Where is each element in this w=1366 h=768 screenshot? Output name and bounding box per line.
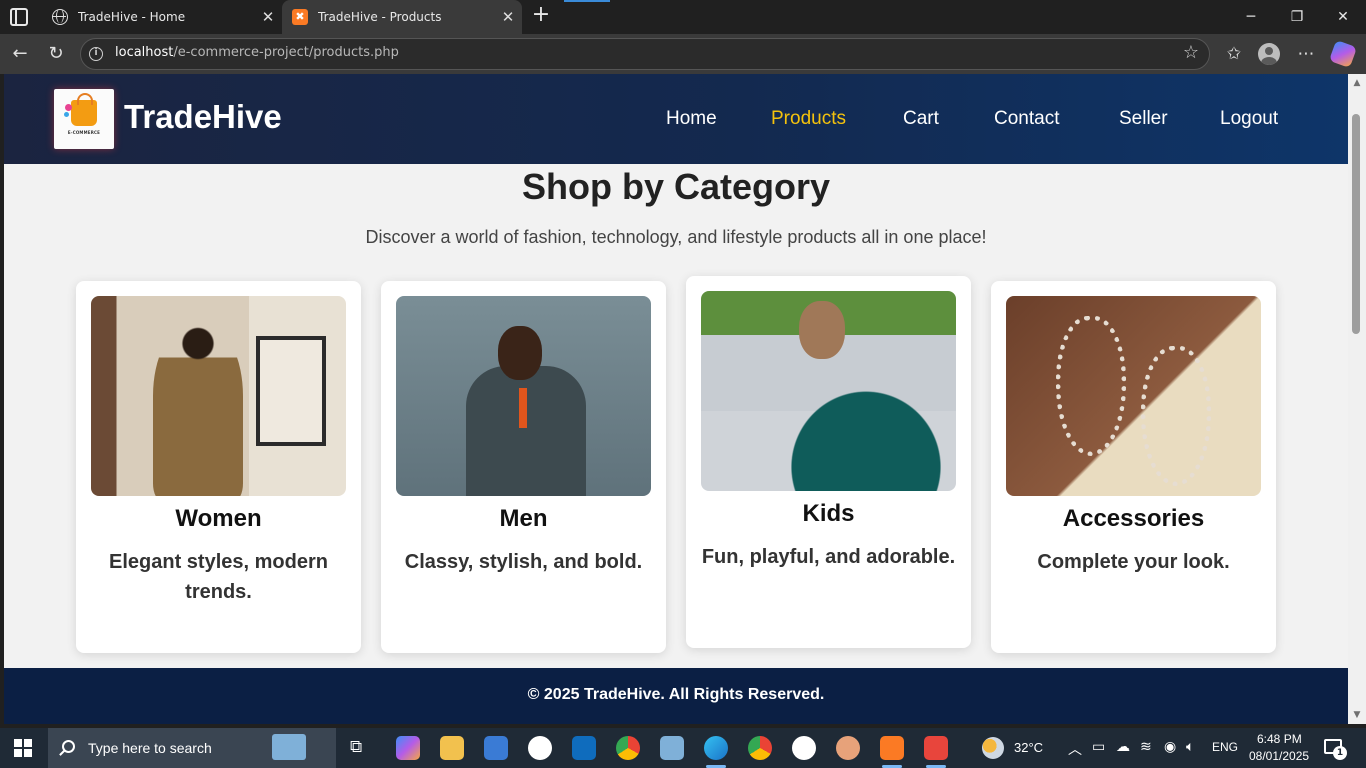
- nav-products[interactable]: Products: [771, 108, 846, 130]
- temperature[interactable]: 32°C: [1014, 740, 1043, 755]
- minimize-button[interactable]: ─: [1228, 0, 1274, 34]
- cloud-icon[interactable]: ☁: [1116, 739, 1130, 755]
- back-button[interactable]: ←: [6, 41, 34, 67]
- tab-actions-icon[interactable]: [10, 8, 28, 26]
- favorites-icon[interactable]: ✩: [1220, 41, 1248, 67]
- clock-time[interactable]: 6:48 PM: [1257, 732, 1302, 746]
- outlook-icon[interactable]: [572, 736, 596, 760]
- chrome-icon[interactable]: [616, 736, 640, 760]
- section-title: Shop by Category: [521, 166, 831, 207]
- chrome-profile-icon[interactable]: [748, 736, 772, 760]
- kids-category-image[interactable]: [701, 291, 956, 491]
- notification-count: 1: [1333, 746, 1347, 760]
- nav-seller[interactable]: Seller: [1119, 108, 1168, 130]
- url-text[interactable]: localhost/e-commerce-project/products.ph…: [115, 45, 399, 60]
- xampp-app-icon[interactable]: [880, 736, 904, 760]
- page-scrollbar[interactable]: ▲ ▼: [1348, 74, 1366, 724]
- language-indicator[interactable]: ENG: [1212, 740, 1238, 754]
- category-description: Classy, stylish, and bold.: [404, 551, 643, 573]
- reload-button[interactable]: ↻: [42, 41, 70, 67]
- section-subtitle: Discover a world of fashion, technology,…: [365, 227, 987, 247]
- windows-start-icon[interactable]: [14, 739, 32, 757]
- xampp-icon: ✖: [292, 9, 308, 25]
- women-category-image[interactable]: [91, 296, 346, 496]
- search-highlight-icon: [272, 734, 306, 760]
- browser-tab-strip: TradeHive - Home ✕ ✖ TradeHive - Product…: [0, 0, 1366, 34]
- category-title: Kids: [802, 500, 855, 527]
- browser-toolbar: ← ↻ i localhost/e-commerce-project/produ…: [0, 34, 1366, 74]
- paint-icon[interactable]: [836, 736, 860, 760]
- tab-title: TradeHive - Home: [78, 10, 186, 24]
- scroll-up-arrow-icon[interactable]: ▲: [1348, 76, 1366, 90]
- wifi-icon[interactable]: ≋: [1140, 739, 1152, 755]
- tab-title: TradeHive - Products: [318, 10, 442, 24]
- windows-taskbar: Type here to search ⧉ 32°C ︿ ▭ ☁ ≋ ◉ 🔈︎ …: [0, 728, 1366, 768]
- new-tab-button[interactable]: +: [530, 4, 552, 28]
- task-view-icon[interactable]: ⧉: [350, 737, 362, 757]
- battery-icon[interactable]: ▭: [1092, 739, 1105, 755]
- category-card-kids[interactable]: Kids Fun, playful, and adorable.: [686, 276, 971, 648]
- close-tab-icon[interactable]: ✕: [254, 8, 282, 26]
- category-title: Women: [175, 505, 262, 532]
- nav-cart[interactable]: Cart: [903, 108, 939, 130]
- microsoft-store-icon[interactable]: [484, 736, 508, 760]
- search-icon: [62, 740, 75, 753]
- nav-home[interactable]: Home: [666, 108, 717, 130]
- copyright-text: © 2025 TradeHive. All Rights Reserved.: [527, 686, 825, 703]
- category-title: Men: [499, 505, 548, 532]
- clock-date[interactable]: 08/01/2025: [1249, 749, 1309, 763]
- site-footer: © 2025 TradeHive. All Rights Reserved.: [4, 668, 1348, 724]
- taskbar-search-box[interactable]: Type here to search: [48, 728, 336, 768]
- restore-button[interactable]: ❐: [1274, 0, 1320, 34]
- close-tab-icon[interactable]: ✕: [494, 8, 522, 26]
- weather-icon[interactable]: [982, 737, 1004, 759]
- snipping-tool-icon[interactable]: [924, 736, 948, 760]
- favorite-star-icon[interactable]: ☆: [1183, 42, 1199, 63]
- category-title: Accessories: [1062, 505, 1205, 532]
- file-explorer-icon[interactable]: [440, 736, 464, 760]
- show-hidden-icons-icon[interactable]: ︿: [1068, 739, 1082, 759]
- category-card-men[interactable]: Men Classy, stylish, and bold.: [381, 281, 666, 653]
- volume-icon[interactable]: 🔈︎: [1186, 739, 1194, 755]
- scroll-down-arrow-icon[interactable]: ▼: [1348, 708, 1366, 722]
- copilot-icon[interactable]: [1328, 39, 1358, 69]
- page-viewport: E-COMMERCE TradeHive Home Products Cart …: [4, 74, 1348, 724]
- chatgpt-icon[interactable]: [528, 736, 552, 760]
- accessories-category-image[interactable]: [1006, 296, 1261, 496]
- tab-indicator: [564, 0, 610, 2]
- category-card-accessories[interactable]: Accessories Complete your look.: [991, 281, 1276, 653]
- scroll-thumb[interactable]: [1352, 114, 1360, 334]
- github-icon[interactable]: [792, 736, 816, 760]
- more-options-icon[interactable]: ⋯: [1292, 41, 1320, 67]
- tab-products[interactable]: ✖ TradeHive - Products ✕: [282, 0, 522, 34]
- site-info-icon[interactable]: i: [89, 47, 103, 61]
- desktop-app-icon[interactable]: [660, 736, 684, 760]
- search-placeholder: Type here to search: [88, 740, 212, 756]
- shopping-bag-icon: [65, 93, 97, 126]
- site-header: E-COMMERCE TradeHive Home Products Cart …: [4, 74, 1348, 164]
- address-bar[interactable]: i localhost/e-commerce-project/products.…: [80, 38, 1210, 70]
- site-logo[interactable]: E-COMMERCE: [54, 89, 114, 149]
- globe-icon: [52, 9, 68, 25]
- category-description: Elegant styles, modern trends.: [109, 551, 328, 603]
- nav-logout[interactable]: Logout: [1220, 108, 1278, 130]
- edge-icon[interactable]: [704, 736, 728, 760]
- category-description: Fun, playful, and adorable.: [701, 546, 956, 568]
- nav-contact[interactable]: Contact: [994, 108, 1059, 130]
- category-description: Complete your look.: [1037, 551, 1230, 573]
- logo-caption: E-COMMERCE: [67, 130, 101, 135]
- camera-icon[interactable]: ◉: [1164, 739, 1176, 755]
- close-window-button[interactable]: ✕: [1320, 0, 1366, 34]
- profile-avatar-icon[interactable]: [1258, 43, 1280, 65]
- copilot-app-icon[interactable]: [396, 736, 420, 760]
- tab-home[interactable]: TradeHive - Home ✕: [42, 0, 282, 34]
- category-card-women[interactable]: Women Elegant styles, modern trends.: [76, 281, 361, 653]
- brand-name[interactable]: TradeHive: [124, 98, 282, 136]
- men-category-image[interactable]: [396, 296, 651, 496]
